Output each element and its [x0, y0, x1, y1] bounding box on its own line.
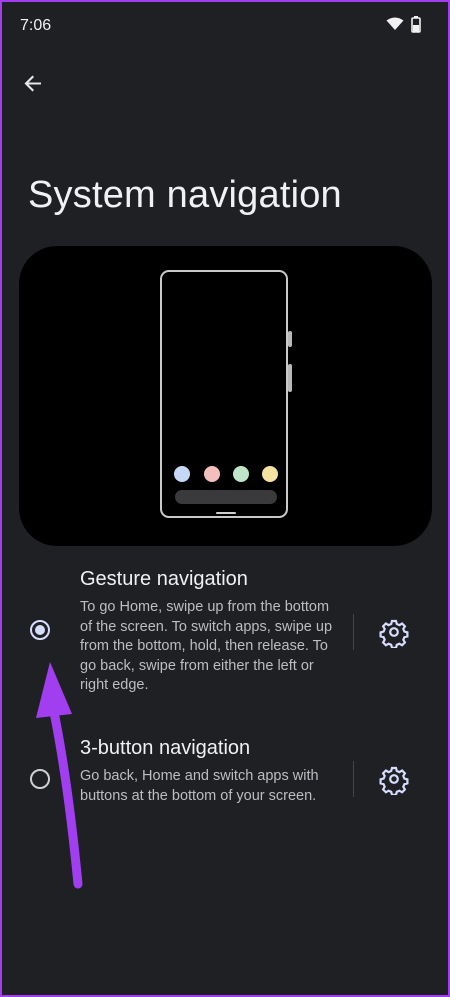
screen: 7:06 System navigation Gesture navigatio…: [2, 2, 448, 995]
annotation-arrow: [36, 662, 83, 889]
